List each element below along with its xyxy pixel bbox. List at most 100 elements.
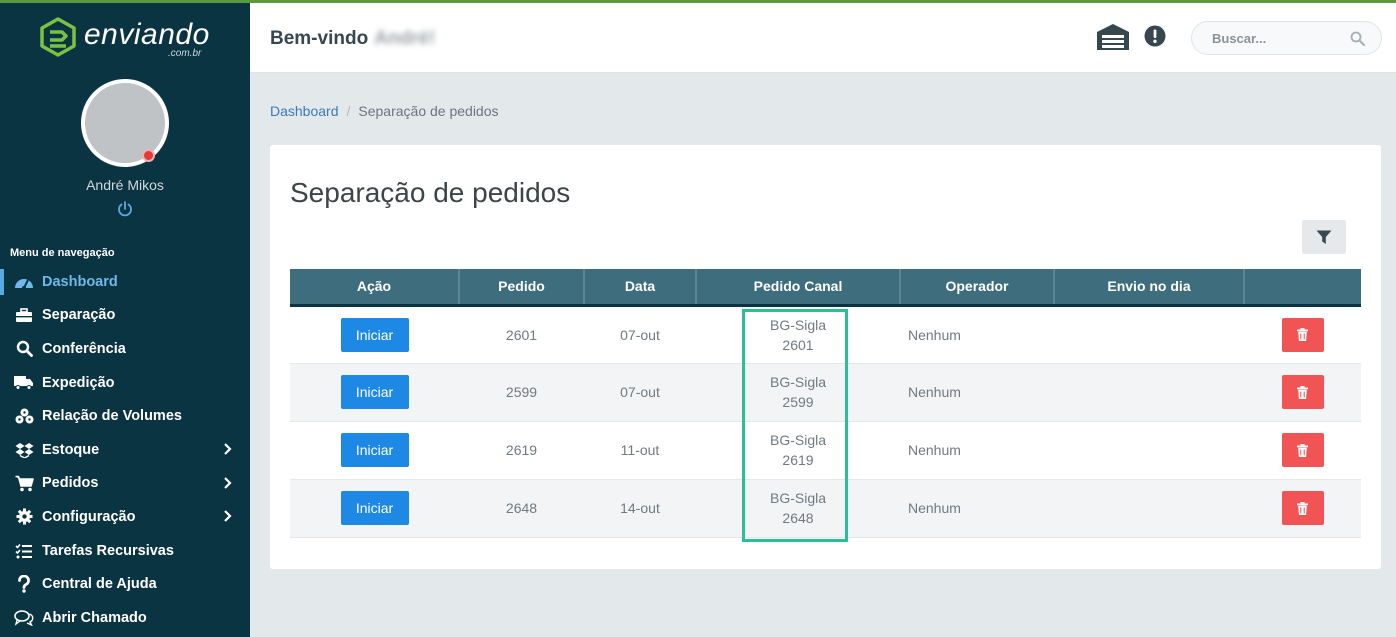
sidebar-item-estoque[interactable]: Estoque	[0, 433, 250, 467]
search-icon[interactable]	[1350, 31, 1365, 46]
top-header: Bem-vindo André!	[250, 3, 1396, 73]
cell-pedido: 2619	[505, 442, 538, 458]
cell-data: 07-out	[620, 326, 660, 343]
delete-button[interactable]	[1281, 491, 1324, 525]
cell-delete	[1244, 479, 1361, 537]
trash-icon	[1297, 385, 1308, 399]
cell-data: 07-out	[620, 384, 660, 400]
table-row: Iniciar 2648 14-out BG-Sigla 2648 Nenhum	[290, 479, 1361, 537]
sidebar-item-label: Configuração	[42, 508, 136, 525]
canal-number: 2648	[782, 510, 814, 526]
table-row: Iniciar 2601 07-out BG-Sigla 2601 Nenhum	[290, 305, 1361, 363]
top-accent-line	[0, 0, 1396, 3]
cell-data: 11-out	[620, 442, 660, 458]
column-header-pedido-canal[interactable]: Pedido Canal	[696, 269, 901, 305]
cart-icon	[14, 474, 34, 492]
sidebar-item-pedidos[interactable]: Pedidos	[0, 467, 250, 501]
question-icon	[14, 575, 34, 593]
content-card: Separação de pedidos Ação Pedido Data Pe…	[270, 145, 1381, 569]
chevron-right-icon	[224, 476, 232, 489]
sidebar-item-separacao[interactable]: Separação	[0, 299, 250, 333]
sidebar-item-central-ajuda[interactable]: Central de Ajuda	[0, 567, 250, 601]
user-name: André Mikos	[86, 177, 164, 193]
sidebar-item-expedicao[interactable]: Expedição	[0, 366, 250, 400]
cell-acao: Iniciar	[290, 363, 459, 421]
sidebar-item-label: Dashboard	[42, 273, 118, 290]
filter-button[interactable]	[1302, 220, 1346, 254]
cell-operador: Nenhum	[908, 384, 961, 400]
brand-domain: .com.br	[168, 48, 202, 59]
chevron-right-icon	[224, 443, 232, 455]
cell-envio-no-dia	[1054, 363, 1244, 421]
sidebar-item-label: Separação	[42, 307, 116, 324]
column-header-pedido[interactable]: Pedido	[459, 269, 585, 305]
comments-icon	[14, 609, 34, 627]
power-icon[interactable]	[116, 200, 134, 218]
status-dot	[142, 149, 155, 162]
column-header-delete	[1244, 269, 1361, 305]
sidebar-item-label: Tarefas Recursivas	[42, 542, 174, 559]
cell-operador: Nenhum	[908, 326, 961, 343]
alert-icon[interactable]	[1144, 25, 1166, 47]
column-header-data[interactable]: Data	[584, 269, 697, 305]
cell-acao: Iniciar	[290, 305, 459, 363]
column-header-acao[interactable]: Ação	[290, 269, 460, 305]
sidebar: enviando .com.br André Mikos Menu de nav…	[0, 0, 250, 637]
brand-logo[interactable]: enviando .com.br	[38, 16, 218, 60]
canal-number: 2619	[782, 452, 814, 468]
sidebar-item-relacao-volumes[interactable]: Relação de Volumes	[0, 399, 250, 433]
cell-data: 14-out	[620, 500, 660, 516]
tasks-icon	[14, 542, 34, 560]
chevron-right-icon	[224, 510, 232, 522]
sidebar-item-label: Estoque	[42, 441, 100, 458]
delete-button[interactable]	[1281, 433, 1324, 467]
brand-cube-icon	[40, 17, 76, 57]
column-header-operador[interactable]: Operador	[900, 269, 1055, 305]
cell-envio-no-dia	[1054, 421, 1244, 479]
cell-envio-no-dia	[1054, 479, 1244, 537]
sidebar-item-dashboard[interactable]: Dashboard	[0, 265, 250, 299]
canal-prefix: BG-Sigla	[769, 432, 827, 448]
canal-number: 2599	[782, 394, 814, 410]
search-input[interactable]	[1212, 22, 1342, 54]
iniciar-button[interactable]: Iniciar	[340, 375, 409, 409]
sidebar-item-configuracao[interactable]: Configuração	[0, 500, 250, 534]
avatar[interactable]	[81, 79, 169, 167]
cell-operador: Nenhum	[908, 500, 961, 516]
breadcrumb-home-link[interactable]: Dashboard	[270, 103, 339, 119]
sidebar-item-label: Conferência	[42, 340, 126, 357]
iniciar-button[interactable]: Iniciar	[340, 491, 409, 525]
column-header-envio-no-dia[interactable]: Envio no dia	[1054, 269, 1245, 305]
welcome-message: Bem-vindo André!	[270, 28, 435, 50]
sidebar-item-abrir-chamado[interactable]: Abrir Chamado	[0, 601, 250, 635]
delete-button[interactable]	[1281, 317, 1324, 352]
dropbox-icon	[14, 441, 34, 459]
cell-operador: Nenhum	[908, 442, 961, 458]
delete-button[interactable]	[1281, 375, 1324, 409]
cell-acao: Iniciar	[290, 421, 459, 479]
sidebar-item-tarefas-recursivas[interactable]: Tarefas Recursivas	[0, 534, 250, 568]
sidebar-item-label: Pedidos	[42, 475, 99, 492]
cell-pedido: 2599	[505, 384, 538, 400]
sidebar-item-label: Central de Ajuda	[42, 576, 157, 593]
canal-prefix: BG-Sigla	[769, 316, 827, 333]
breadcrumb-separator: /	[346, 103, 351, 119]
canal-prefix: BG-Sigla	[769, 374, 827, 390]
iniciar-button[interactable]: Iniciar	[340, 317, 409, 352]
warehouse-icon[interactable]	[1096, 23, 1130, 51]
sidebar-item-conferencia[interactable]: Conferência	[0, 332, 250, 366]
cell-pedido: 2648	[505, 500, 538, 516]
canal-number: 2601	[782, 336, 814, 353]
breadcrumb-current: Separação de pedidos	[358, 103, 499, 119]
nav-heading: Menu de navegação	[10, 247, 115, 259]
sidebar-item-label: Expedição	[42, 374, 115, 391]
sidebar-item-label: Abrir Chamado	[42, 609, 147, 626]
trash-icon	[1297, 443, 1308, 457]
search-box	[1191, 21, 1382, 55]
canal-prefix: BG-Sigla	[769, 490, 827, 506]
cell-delete	[1244, 305, 1361, 363]
cell-pedido: 2601	[505, 326, 538, 343]
iniciar-button[interactable]: Iniciar	[340, 433, 409, 467]
cell-pedido-canal: BG-Sigla 2619	[696, 421, 900, 479]
table-row: Iniciar 2619 11-out BG-Sigla 2619 Nenhum	[290, 421, 1361, 479]
